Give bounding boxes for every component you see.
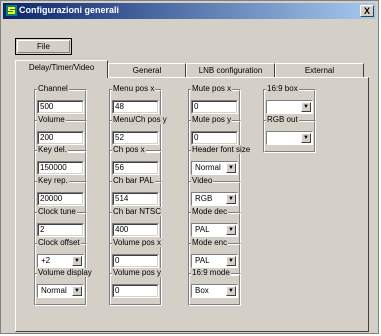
select-value-volume-display: Normal xyxy=(41,286,67,295)
field-label-header-font-size: Header font size xyxy=(191,145,252,154)
file-button[interactable]: File xyxy=(15,38,72,55)
field-label-mute-pos-x: Mute pos x xyxy=(191,84,233,93)
field-label-clock-offset: Clock offset xyxy=(37,238,81,247)
select-value-mode-enc: PAL xyxy=(195,256,210,265)
select-16-9-mode[interactable]: Box ▼ xyxy=(191,284,238,298)
input-ch-pos-x[interactable]: 56 xyxy=(112,161,159,175)
select-value-mode-dec: PAL xyxy=(195,225,210,234)
field-label-16-9-box: 16:9 box xyxy=(266,84,299,93)
input-volume-pos-y[interactable]: 0 xyxy=(112,284,159,298)
title-bar: Configurazioni generali X xyxy=(3,3,376,19)
config-window: Configurazioni generali X File Delay/Tim… xyxy=(0,0,379,334)
input-ch-bar-ntsc[interactable]: 400 xyxy=(112,223,159,237)
select-volume-display[interactable]: Normal ▼ xyxy=(37,284,84,298)
dropdown-arrow-icon[interactable]: ▼ xyxy=(226,256,236,266)
select-clock-offset[interactable]: +2 ▼ xyxy=(37,254,84,268)
input-volume-pos-x[interactable]: 0 xyxy=(112,254,159,268)
field-group-volume-pos-y: Volume pos y 0 xyxy=(109,268,163,306)
field-label-key-rep: Key rep. xyxy=(37,176,69,185)
field-label-volume-pos-x: Volume pos x xyxy=(112,238,163,247)
input-volume[interactable]: 200 xyxy=(37,131,84,145)
input-key-rep[interactable]: 20000 xyxy=(37,192,84,206)
select-value-video: RGB xyxy=(195,194,213,203)
dropdown-arrow-icon[interactable]: ▼ xyxy=(226,286,236,296)
dropdown-arrow-icon[interactable]: ▼ xyxy=(72,256,82,266)
tab-lnb-configuration[interactable]: LNB configuration xyxy=(186,63,275,77)
field-label-rgb-out: RGB out xyxy=(266,115,299,124)
input-channel[interactable]: 500 xyxy=(37,100,84,114)
dropdown-arrow-icon[interactable]: ▼ xyxy=(301,133,311,143)
tab-delay-timer-video[interactable]: Delay/Timer/Video xyxy=(15,60,108,78)
field-label-16-9-mode: 16:9 mode xyxy=(191,268,231,277)
window-title: Configurazioni generali xyxy=(19,5,120,15)
field-label-channel: Channel xyxy=(37,84,69,93)
field-label-volume-display: Volume display xyxy=(37,268,93,277)
input-mute-pos-y[interactable]: 0 xyxy=(191,131,238,145)
select-value-header-font-size: Normal xyxy=(195,163,221,172)
dropdown-arrow-icon[interactable]: ▼ xyxy=(226,194,236,204)
select-value-clock-offset: +2 xyxy=(41,256,51,265)
field-label-ch-bar-pal: Ch bar PAL xyxy=(112,176,155,185)
input-ch-bar-pal[interactable]: 514 xyxy=(112,192,159,206)
field-label-volume: Volume xyxy=(37,115,66,124)
tab-general[interactable]: General xyxy=(108,63,186,77)
dropdown-arrow-icon[interactable]: ▼ xyxy=(226,163,236,173)
dropdown-arrow-icon[interactable]: ▼ xyxy=(226,225,236,235)
input-menu-ch-pos-y[interactable]: 52 xyxy=(112,131,159,145)
field-label-volume-pos-y: Volume pos y xyxy=(112,268,163,277)
field-label-clock-tune: Clock tune xyxy=(37,207,77,216)
field-group-16-9-mode: 16:9 mode Box ▼ xyxy=(188,268,241,306)
file-button-label: File xyxy=(17,40,70,53)
field-label-mute-pos-y: Mute pos y xyxy=(191,115,233,124)
select-video[interactable]: RGB ▼ xyxy=(191,192,238,206)
select-mode-dec[interactable]: PAL ▼ xyxy=(191,223,238,237)
close-button[interactable]: X xyxy=(360,5,374,17)
field-label-key-del: Key del. xyxy=(37,145,68,154)
field-group-rgb-out: RGB out ▼ xyxy=(263,115,316,153)
input-menu-pos-x[interactable]: 48 xyxy=(112,100,159,114)
input-clock-tune[interactable]: 2 xyxy=(37,223,84,237)
select-16-9-box[interactable]: ▼ xyxy=(266,100,313,114)
select-mode-enc[interactable]: PAL ▼ xyxy=(191,254,238,268)
select-rgb-out[interactable]: ▼ xyxy=(266,131,313,145)
select-value-16-9-mode: Box xyxy=(195,286,209,295)
field-label-ch-pos-x: Ch pos x xyxy=(112,145,146,154)
field-label-mode-enc: Mode enc xyxy=(191,238,229,247)
field-label-ch-bar-ntsc: Ch bar NTSC xyxy=(112,207,163,216)
input-mute-pos-x[interactable]: 0 xyxy=(191,100,238,114)
field-label-mode-dec: Mode dec xyxy=(191,207,229,216)
field-label-menu-pos-x: Menu pos x xyxy=(112,84,156,93)
field-group-volume-display: Volume display Normal ▼ xyxy=(34,268,93,306)
field-label-menu-ch-pos-y: Menu/Ch pos y xyxy=(112,115,168,124)
tab-external[interactable]: External xyxy=(275,63,364,77)
dropdown-arrow-icon[interactable]: ▼ xyxy=(72,286,82,296)
app-icon xyxy=(6,5,17,16)
field-label-video: Video xyxy=(191,176,214,185)
input-key-del[interactable]: 150000 xyxy=(37,161,84,175)
select-header-font-size[interactable]: Normal ▼ xyxy=(191,161,238,175)
dropdown-arrow-icon[interactable]: ▼ xyxy=(301,102,311,112)
